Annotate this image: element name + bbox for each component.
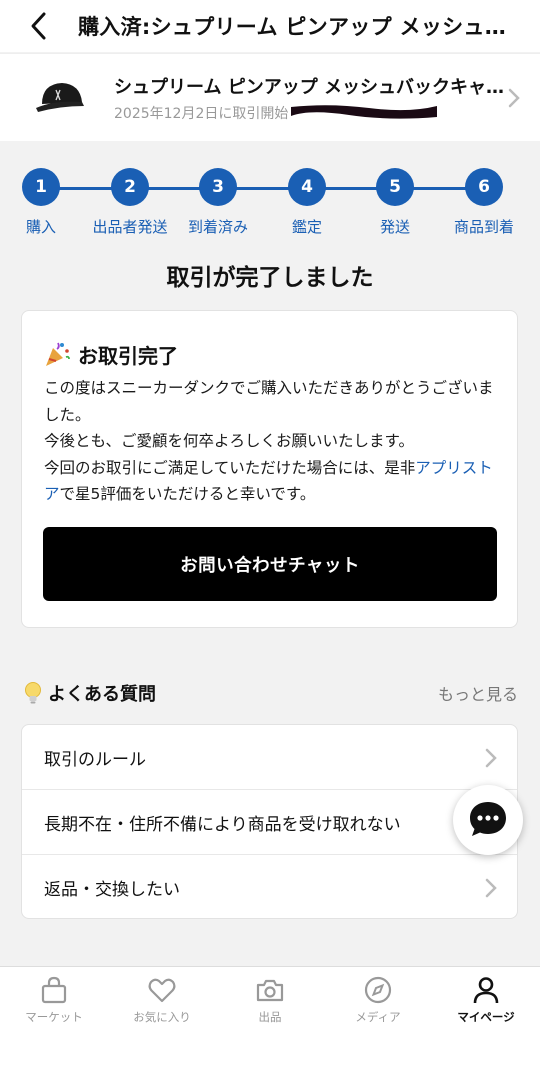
tab-label: マーケット xyxy=(25,1010,83,1024)
step-5: 5 発送 xyxy=(345,168,445,237)
tab-label: お気に入り xyxy=(133,1010,191,1024)
step-2: 2 出品者発送 xyxy=(80,168,180,237)
tab-mypage[interactable]: マイページ xyxy=(432,975,540,1025)
tab-media[interactable]: メディア xyxy=(324,975,432,1025)
contact-chat-button[interactable]: お問い合わせチャット xyxy=(43,527,497,601)
faq-item[interactable]: 長期不在・住所不備により商品を受け取れない xyxy=(22,790,517,855)
tab-listing[interactable]: 出品 xyxy=(216,975,324,1025)
step-label: 購入 xyxy=(25,218,56,236)
heart-icon xyxy=(148,978,176,1003)
chat-bubble-icon xyxy=(470,802,506,836)
progress-steps: 1 購入 2 出品者発送 3 到着済み 4 鑑定 5 発送 6 商品到着 xyxy=(0,168,540,238)
step-label: 鑑定 xyxy=(291,218,322,236)
step-label: 到着済み xyxy=(187,218,248,236)
faq-header: よくある質問 もっと見る xyxy=(22,678,518,708)
tab-market[interactable]: マーケット xyxy=(0,975,108,1025)
product-subtitle: 2025年12月2日に取引開始 xyxy=(114,103,444,123)
tab-label: メディア xyxy=(355,1010,401,1024)
step-number: 1 xyxy=(22,168,60,206)
completion-card: お取引完了 この度はスニーカーダンクでご購入いただきありがとうございました。 今… xyxy=(21,310,518,628)
step-label: 発送 xyxy=(379,218,410,236)
product-date: 2025年12月2日に取引開始 xyxy=(114,105,289,122)
step-number: 4 xyxy=(288,168,326,206)
faq-list: 取引のルール 長期不在・住所不備により商品を受け取れない 返品・交換したい xyxy=(21,724,518,919)
tab-favorites[interactable]: お気に入り xyxy=(108,975,216,1025)
step-number: 2 xyxy=(111,168,149,206)
step-3: 3 到着済み xyxy=(168,168,268,237)
step-label: 出品者発送 xyxy=(92,218,168,236)
lightbulb-icon xyxy=(25,682,41,704)
step-number: 6 xyxy=(465,168,503,206)
faq-more-link[interactable]: もっと見る xyxy=(438,681,518,705)
chevron-right-icon xyxy=(508,88,520,108)
tab-label: 出品 xyxy=(258,1010,282,1024)
page-title: 購入済:シュプリーム ピンアップ メッシュバックキャップ xyxy=(78,15,523,39)
faq-item-label: 長期不在・住所不備により商品を受け取れない xyxy=(44,814,401,835)
back-arrow-icon xyxy=(31,12,46,40)
chevron-right-icon xyxy=(485,748,497,768)
completion-heading: 取引が完了しました xyxy=(166,265,374,291)
faq-title: よくある質問 xyxy=(48,684,156,705)
message-line: 今回のお取引にご満足していただけた場合には、是非アプリストアで星5評価をいただけ… xyxy=(44,455,504,508)
floating-chat-button[interactable] xyxy=(453,785,523,855)
chevron-right-icon xyxy=(485,878,497,898)
product-name: シュプリーム ピンアップ メッシュバックキャップ xyxy=(114,76,504,98)
faq-item[interactable]: 取引のルール xyxy=(22,725,517,790)
back-button[interactable] xyxy=(0,0,78,52)
step-label: 商品到着 xyxy=(453,218,514,236)
compass-icon xyxy=(364,976,392,1004)
bag-icon xyxy=(41,976,67,1004)
card-message: この度はスニーカーダンクでご購入いただきありがとうございました。 今後とも、ご愛… xyxy=(44,375,504,508)
step-number: 3 xyxy=(199,168,237,206)
redaction-scribble xyxy=(291,104,437,119)
party-popper-icon xyxy=(46,342,70,366)
faq-item-label: 取引のルール xyxy=(44,749,146,770)
header-bar: 購入済:シュプリーム ピンアップ メッシュバックキャップ xyxy=(0,0,540,52)
step-1: 1 購入 xyxy=(0,168,91,237)
faq-item[interactable]: 返品・交換したい xyxy=(22,855,517,920)
step-number: 5 xyxy=(376,168,414,206)
product-row[interactable]: シュプリーム ピンアップ メッシュバックキャップ 2025年12月2日に取引開始 xyxy=(0,53,540,141)
bottom-tab-bar: マーケット お気に入り 出品 メディア マイページ xyxy=(0,966,540,1080)
step-4: 4 鑑定 xyxy=(257,168,357,237)
message-text: で星5評価をいただけると幸いです。 xyxy=(59,485,316,503)
faq-item-label: 返品・交換したい xyxy=(44,880,180,900)
step-6: 6 商品到着 xyxy=(434,168,534,237)
message-text: 今回のお取引にご満足していただけた場合には、是非 xyxy=(44,458,416,477)
message-line: この度はスニーカーダンクでご購入いただきありがとうございました。 xyxy=(44,379,494,424)
tab-label: マイページ xyxy=(457,1010,515,1024)
product-thumbnail xyxy=(22,54,102,142)
person-icon xyxy=(473,977,499,1004)
camera-icon xyxy=(256,979,284,1002)
card-title: お取引完了 xyxy=(78,343,178,368)
message-line: 今後とも、ご愛顧を何卒よろしくお願いいたします。 xyxy=(44,432,414,450)
cap-image-icon xyxy=(36,82,84,112)
